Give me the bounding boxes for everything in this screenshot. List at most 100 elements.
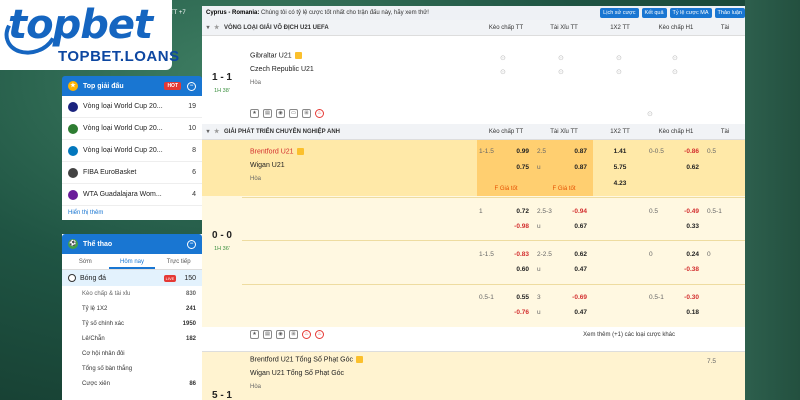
odds-cell[interactable]: 7.5	[705, 358, 745, 368]
favorite-icon[interactable]: ★	[250, 109, 259, 118]
favorite-icon[interactable]: ★	[250, 330, 259, 339]
tab-today[interactable]: Hôm nay	[108, 254, 156, 269]
logo-subtext: TOPBET.LOANS	[58, 48, 180, 65]
odds-cell[interactable]: u 0.47	[535, 266, 593, 276]
odds-cell[interactable]: 2.5-3 -0.94	[535, 208, 593, 218]
odds-cell[interactable]: 0.5-1	[705, 208, 745, 218]
odds-cell[interactable]: 0.5-1 0.55	[477, 294, 535, 304]
collapse-icon[interactable]: −	[187, 81, 196, 91]
tournament-item[interactable]: Vòng loại World Cup 20... 10	[62, 118, 202, 140]
away-team[interactable]: Wigan U21	[250, 162, 285, 169]
odds-cell[interactable]: 2-2.5 0.62	[535, 251, 593, 261]
tv-icon[interactable]: ▭	[289, 109, 298, 118]
odds-cell[interactable]: -0.76	[477, 309, 535, 319]
sport-football[interactable]: Bóng đá LIVE 150	[62, 270, 202, 286]
stats-icon[interactable]: ▤	[263, 109, 272, 118]
hot-fire-icon[interactable]: ♨	[315, 330, 324, 339]
tournament-item[interactable]: WTA Guadalajara Wom... 4	[62, 184, 202, 206]
odds-cell[interactable]: 0.5-1 -0.30	[647, 294, 705, 304]
odds-cell[interactable]: 0-0.5 -0.86	[647, 148, 705, 158]
stats-icon[interactable]: ▤	[263, 330, 272, 339]
favorite-star-icon[interactable]: ★	[214, 128, 224, 135]
league-header-u21-uefa[interactable]: ▾ ★ VÒNG LOẠI GIẢI VÔ ĐỊCH U21 UEFA Kèo …	[202, 20, 745, 36]
match-score: 0 - 0	[211, 230, 232, 241]
odds-cell[interactable]: 0.18	[647, 309, 705, 319]
lineup-icon[interactable]: ⊞	[289, 330, 298, 339]
tournament-item[interactable]: FIBA EuroBasket 6	[62, 162, 202, 184]
lineup-icon[interactable]: ⊞	[302, 109, 311, 118]
draw-label: Hòa	[250, 384, 262, 390]
odds-cell[interactable]: 0.33	[647, 223, 705, 233]
bet-type-item[interactable]: Tỷ số chính xác 1950	[62, 316, 202, 331]
discussion-button[interactable]: Thảo luận	[714, 8, 745, 18]
ticker[interactable]: Cyprus - Romania: Chúng tôi có tỷ lệ cượ…	[206, 10, 597, 16]
bet-type-item[interactable]: Tỷ lệ 1X2 241	[62, 301, 202, 316]
odds-cell[interactable]: -0.98	[477, 223, 535, 233]
results-button[interactable]: Kết quả	[641, 8, 667, 18]
match-row-corners: Brentford U21 Tổng Số Phạt Góc Wigan U21…	[202, 351, 745, 400]
odds-cell[interactable]: 0.62	[647, 164, 705, 174]
bet-type-item[interactable]: Kèo chấp & tài xỉu 830	[62, 286, 202, 301]
odds-cell[interactable]: 0.5 -0.49	[647, 208, 705, 218]
col-over-under-h1: Tài	[720, 129, 730, 135]
collapse-icon[interactable]: −	[187, 239, 196, 249]
bet-history-button[interactable]: Lịch sử cược	[600, 8, 639, 18]
bet-type-item[interactable]: Cơ hội nhân đôi	[62, 346, 202, 361]
show-more-link[interactable]: Hiển thị thêm	[62, 206, 202, 220]
odds-cell[interactable]: -0.38	[647, 266, 705, 276]
topbet-logo[interactable]: topbet TOPBET.LOANS	[0, 0, 179, 70]
tab-early[interactable]: Sớm	[62, 254, 109, 269]
odds-type-select[interactable]: Tỷ lệ cược MA	[669, 8, 712, 18]
bet-type-name: Tỷ lệ 1X2	[82, 305, 108, 312]
league-header-pl-dev[interactable]: ▾ ★ GIẢI PHÁT TRIỂN CHUYÊN NGHIỆP ANH Kè…	[202, 124, 745, 140]
away-team[interactable]: Wigan U21 Tổng Số Phạt Góc	[250, 370, 344, 377]
odds-cell[interactable]: 0	[705, 251, 745, 261]
home-team[interactable]: Gibraltar U21	[250, 52, 302, 59]
top-tournaments-header[interactable]: ★ Top giải đấu HOT −	[62, 76, 202, 96]
home-team[interactable]: Brentford U21	[250, 148, 304, 155]
odds-cell[interactable]: 2.5 0.87	[535, 148, 593, 158]
tournament-count: 19	[188, 103, 196, 110]
chevron-down-icon[interactable]: ▾	[202, 128, 214, 135]
away-team[interactable]: Czech Republic U21	[250, 66, 314, 73]
hot-fire-icon[interactable]: ♨	[315, 109, 324, 118]
tournament-logo-icon	[68, 123, 78, 134]
view-icon[interactable]: ◉	[276, 330, 285, 339]
odds-cell[interactable]: 0.60	[477, 266, 535, 276]
tournament-item[interactable]: Vòng loại World Cup 20... 8	[62, 140, 202, 162]
chevron-down-icon[interactable]: ▾	[202, 24, 214, 31]
favorite-star-icon[interactable]: ★	[214, 24, 224, 31]
odds-cell[interactable]: 1.41	[593, 148, 647, 158]
odds-cell[interactable]: 0 0.24	[647, 251, 705, 261]
lock-icon: ⊙	[500, 69, 506, 76]
odds-cell[interactable]: 3 -0.69	[535, 294, 593, 304]
tournament-item[interactable]: Vòng loại World Cup 20... 19	[62, 96, 202, 118]
bet-type-item[interactable]: Cược xiên 86	[62, 376, 202, 391]
lock-icon: ⊙	[616, 55, 622, 62]
sports-tabs: Sớm Hôm nay Trực tiếp	[62, 254, 202, 270]
view-icon[interactable]: ◉	[276, 109, 285, 118]
odds-cell[interactable]: u 0.87	[535, 164, 593, 174]
odds-cell[interactable]: 4.23	[593, 180, 647, 190]
odds-cell[interactable]: 1 0.72	[477, 208, 535, 218]
odds-cell[interactable]: 0.75	[477, 164, 535, 174]
info-icon	[294, 52, 302, 59]
odds-cell[interactable]: 1-1.5 -0.83	[477, 251, 535, 261]
bet-type-item[interactable]: Lẻ/Chẵn 182	[62, 331, 202, 346]
odds-cell[interactable]: u 0.67	[535, 223, 593, 233]
home-team[interactable]: Brentford U21 Tổng Số Phạt Góc	[250, 356, 363, 363]
tab-live[interactable]: Trực tiếp	[155, 254, 202, 269]
col-over-under-h1: Tài	[720, 25, 730, 31]
bet-type-item[interactable]: Tổng số bàn thắng	[62, 361, 202, 376]
tournament-name: WTA Guadalajara Wom...	[83, 191, 162, 198]
odds-cell[interactable]: 5.75	[593, 164, 647, 174]
info-icon	[356, 356, 363, 363]
hot-fire-icon[interactable]: ♨	[302, 330, 311, 339]
bet-type-count: 86	[189, 380, 196, 387]
odds-cell[interactable]: 0.5	[705, 148, 745, 158]
more-bets-link[interactable]: Xem thêm (+1) các loại cược khác	[583, 332, 675, 338]
sports-header[interactable]: ⚽ Thể thao −	[62, 234, 202, 254]
bet-type-name: Tổng số bàn thắng	[82, 365, 133, 372]
odds-cell[interactable]: u 0.47	[535, 309, 593, 319]
odds-cell[interactable]: 1-1.5 0.99	[477, 148, 535, 158]
